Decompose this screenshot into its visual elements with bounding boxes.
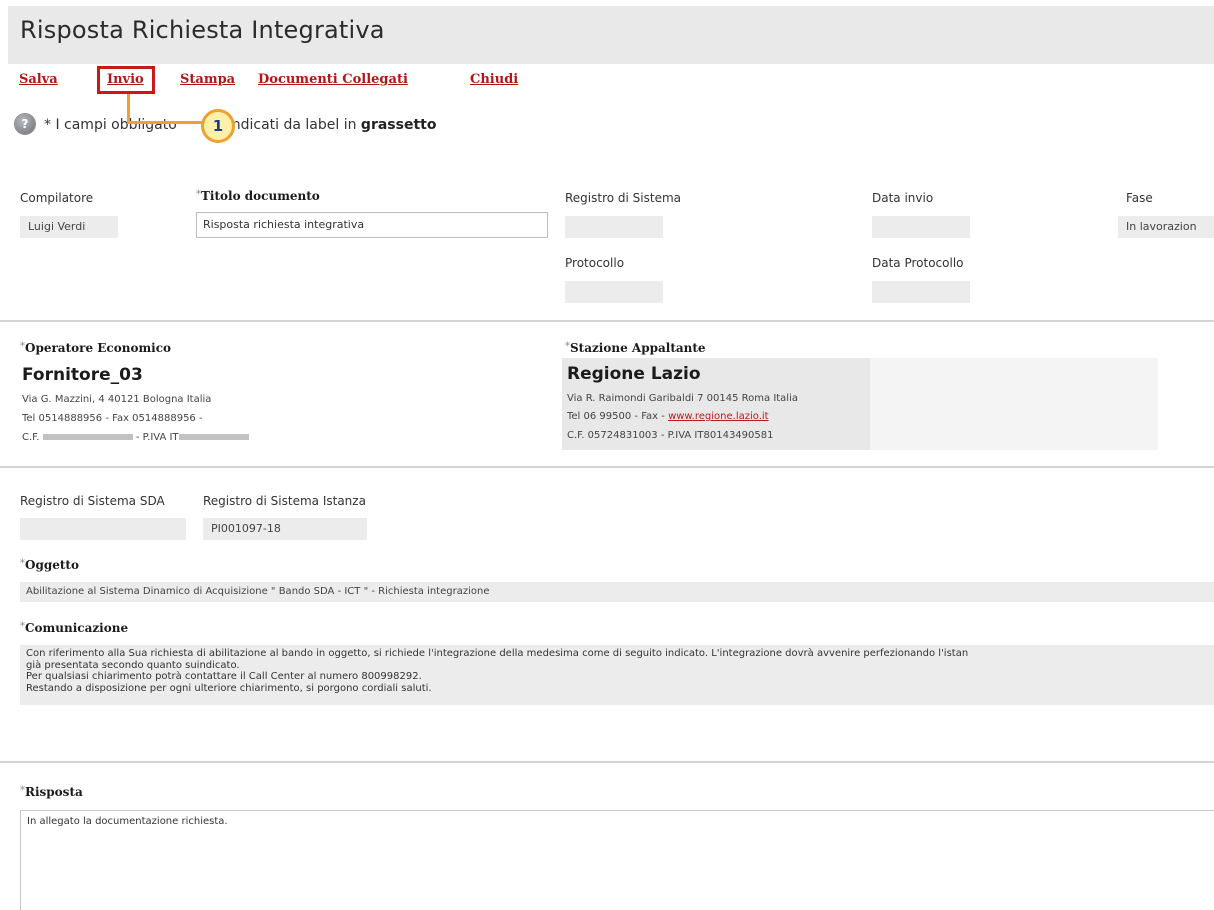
registro-istanza-value: PI001097-18 — [203, 518, 367, 540]
callout-badge: 1 — [201, 109, 235, 143]
compilatore-label: Compilatore — [20, 191, 94, 205]
operatore-cf-prefix: C.F. — [22, 432, 40, 443]
data-protocollo-label: Data Protocollo — [872, 256, 964, 270]
operatore-name: Fornitore_03 — [22, 365, 143, 385]
registro-sda-value — [20, 518, 186, 540]
stazione-appaltante-label: Stazione Appaltante — [565, 341, 706, 355]
titolo-documento-input[interactable]: Risposta richiesta integrativa — [196, 212, 548, 238]
stampa-link[interactable]: Stampa — [180, 72, 235, 87]
help-icon[interactable]: ? — [15, 114, 35, 134]
redacted-piva — [178, 434, 249, 440]
stazione-name: Regione Lazio — [567, 364, 701, 384]
callout-connector-horizontal — [127, 121, 207, 124]
note-prefix: * I campi obbligato — [44, 117, 177, 133]
protocollo-label: Protocollo — [565, 256, 625, 270]
documenti-collegati-link[interactable]: Documenti Collegati — [258, 72, 408, 87]
stazione-website-link[interactable]: www.regione.lazio.it — [668, 411, 769, 422]
comunicazione-line: già presentata secondo quanto suindicato… — [26, 659, 240, 671]
fase-label: Fase — [1126, 191, 1153, 205]
risposta-label: Risposta — [20, 785, 83, 799]
comunicazione-text: Con riferimento alla Sua richiesta di ab… — [20, 645, 1214, 705]
data-invio-value — [872, 216, 970, 238]
callout-connector — [127, 94, 130, 124]
section-divider — [0, 466, 1214, 468]
stazione-phone: Tel 06 99500 - Fax - — [567, 411, 665, 422]
mandatory-fields-note: * I campi obbligato o indicati da label i… — [44, 117, 436, 133]
invio-highlight-box — [97, 66, 155, 94]
salva-link[interactable]: Salva — [19, 72, 58, 87]
stazione-phone-line: Tel 06 99500 - Fax - www.regione.lazio.i… — [567, 411, 769, 422]
oggetto-value: Abilitazione al Sistema Dinamico di Acqu… — [20, 582, 1214, 602]
chiudi-link[interactable]: Chiudi — [470, 72, 518, 87]
note-suffix: o indicati da label in — [214, 117, 357, 133]
section-divider — [0, 320, 1214, 322]
page-header: Risposta Richiesta Integrativa — [8, 6, 1214, 64]
registro-istanza-label: Registro di Sistema Istanza — [203, 494, 366, 508]
operatore-address: Via G. Mazzini, 4 40121 Bologna Italia — [22, 394, 212, 405]
compilatore-value: Luigi Verdi — [20, 216, 118, 238]
data-protocollo-value — [872, 281, 970, 303]
comunicazione-label: Comunicazione — [20, 621, 128, 635]
operatore-economico-label: Operatore Economico — [20, 341, 171, 355]
redacted-cf — [42, 434, 133, 440]
risposta-textarea[interactable]: In allegato la documentazione richiesta. — [20, 810, 1214, 910]
registro-sda-label: Registro di Sistema SDA — [20, 494, 165, 508]
note-bold: grassetto — [360, 117, 437, 133]
protocollo-value — [565, 281, 663, 303]
operatore-tax-ids: C.F. - P.IVA IT — [22, 432, 249, 443]
page-title: Risposta Richiesta Integrativa — [20, 16, 385, 44]
comunicazione-line: Con riferimento alla Sua richiesta di ab… — [26, 648, 969, 659]
operatore-piva-prefix: - P.IVA IT — [135, 432, 179, 443]
stazione-tax-ids: C.F. 05724831003 - P.IVA IT80143490581 — [567, 430, 774, 441]
fase-value: In lavorazion — [1118, 216, 1214, 238]
operatore-phone: Tel 0514888956 - Fax 0514888956 - — [22, 413, 203, 424]
section-divider — [0, 761, 1214, 763]
registro-sistema-label: Registro di Sistema — [565, 191, 682, 205]
registro-sistema-value — [565, 216, 663, 238]
oggetto-label: Oggetto — [20, 558, 79, 572]
data-invio-label: Data invio — [872, 191, 934, 205]
comunicazione-line: Per qualsiasi chiarimento potrà contatta… — [26, 671, 422, 682]
stazione-address: Via R. Raimondi Garibaldi 7 00145 Roma I… — [567, 393, 798, 404]
titolo-documento-label: Titolo documento — [196, 189, 320, 203]
comunicazione-line: Restando a disposizione per ogni ulterio… — [26, 682, 432, 694]
